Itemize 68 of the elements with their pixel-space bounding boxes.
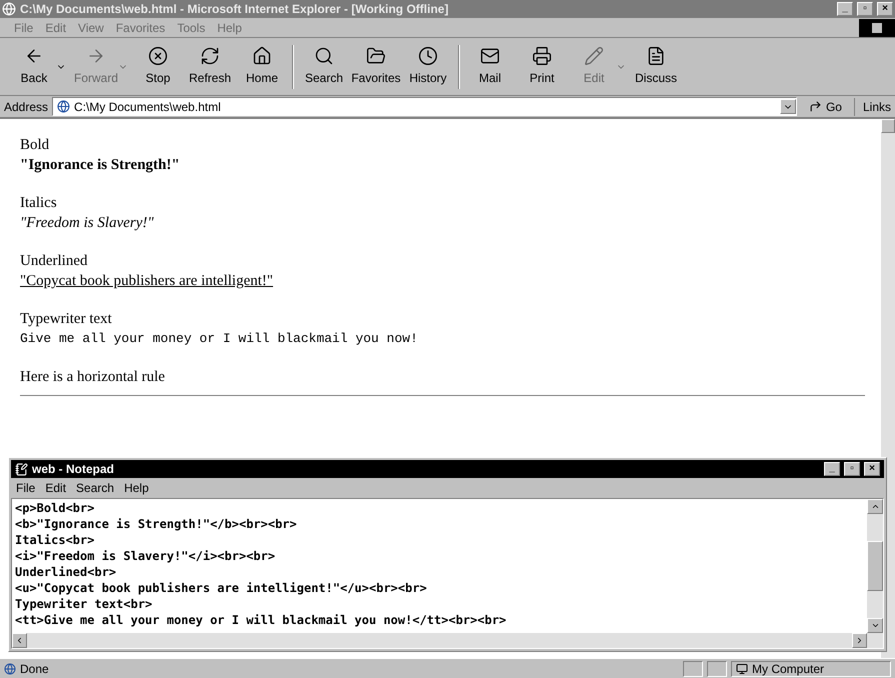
curved-arrow-icon [808,100,822,113]
dropdown-button[interactable] [780,99,796,114]
status-panel [707,660,727,676]
menu-item[interactable]: Help [119,479,154,497]
search-icon [314,46,334,66]
window-control-button[interactable]: × [877,2,893,16]
notepad-title: web - Notepad [32,461,116,478]
refresh-icon [200,46,220,66]
clock-icon [418,46,438,66]
menu-item[interactable]: Search [71,479,120,497]
code-line: <p>Bold<br> [15,500,94,516]
window-title: C:\My Documents\web.html - Microsoft Internet Explorer - [Working Offline] [20,1,450,18]
stop-icon [148,46,168,66]
notepad-icon [15,462,28,476]
vertical-scrollbar[interactable] [867,499,883,648]
mail-icon [480,46,500,66]
toolbar-button[interactable]: Refresh [184,42,236,92]
page-text: Typewriter text [20,310,112,329]
go-button[interactable]: Go [800,98,850,116]
scroll-up-button[interactable] [881,119,895,133]
toolbar-button[interactable]: Discuss [630,42,682,92]
code-line: <u>"Copycat book publishers are intelligent!"</u><br><br> [15,580,427,596]
code-line: <b>"Ignorance is Strength!"</b><br><br> [15,516,297,532]
underlined-text: "Copycat book publishers are intelligent!" [20,272,274,291]
address-label: Address [4,98,48,116]
page-icon [4,662,16,674]
page-text: Here is a horizontal rule [20,368,165,387]
bold-text: "Ignorance is Strength!" [20,156,180,175]
window-control-button[interactable]: ▫ [844,462,860,476]
folder-icon [366,46,386,66]
code-line: Italics<br> [15,532,94,548]
code-line: <i>"Freedom is Slavery!"</i><br><br> [15,548,276,564]
toolbar-button[interactable]: Favorites [350,42,402,92]
window-control-button[interactable]: × [864,462,880,476]
window-control-button[interactable]: _ [837,2,853,16]
menu-item[interactable]: File [11,479,40,497]
browser-icon [2,2,16,16]
toolbar-button[interactable]: Home [236,42,288,92]
code-line: Underlined<br> [15,564,116,580]
printer-icon [532,46,552,66]
scroll-thumb[interactable] [867,541,883,591]
menu-item[interactable]: Edit [40,479,72,497]
page-text: Italics [20,194,57,213]
toolbar-button[interactable]: Mail [464,42,516,92]
links-button[interactable]: Links [854,98,895,116]
computer-icon [736,662,748,674]
page-icon [57,100,70,113]
window-control-button[interactable]: ▫ [857,2,873,16]
typewriter-text: Give me all your money or I will blackmail you now! [20,330,418,348]
italic-text: "Freedom is Slavery!" [20,214,154,233]
document-icon [646,46,666,66]
window-control-button[interactable]: _ [824,462,840,476]
page-text: Underlined [20,252,88,271]
toolbar-button[interactable]: Print [516,42,568,92]
status-panel [683,660,703,676]
status-text: Done [20,660,50,678]
toolbar-button[interactable]: History [402,42,454,92]
code-line: <tt>Give me all your money or I will blackmail you now!</tt><br><br> [15,612,506,628]
home-icon [252,46,272,66]
horizontal-scrollbar[interactable] [12,633,867,648]
address-field[interactable]: C:\My Documents\web.html [52,97,797,116]
toolbar-button[interactable]: Stop [132,42,184,92]
page-text: Bold [20,136,50,155]
pencil-icon [584,46,604,66]
zone-text: My Computer [752,660,824,678]
toolbar-button[interactable]: Back [8,42,60,92]
toolbar-button[interactable]: Search [298,42,350,92]
code-line: Typewriter text<br> [15,596,152,612]
